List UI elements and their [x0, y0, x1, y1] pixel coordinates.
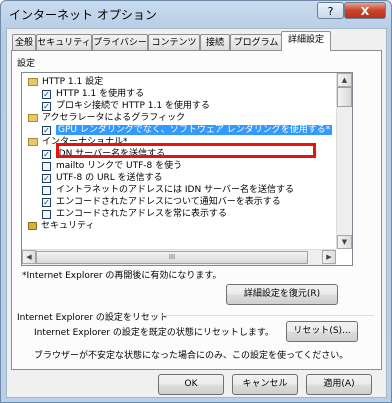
tree-item-utf8-url[interactable]: ✓ UTF-8 の URL を送信する: [42, 172, 163, 184]
tab-privacy[interactable]: プライバシー: [92, 34, 148, 50]
horizontal-scroll-thumb[interactable]: III: [36, 251, 308, 264]
tree-folder-label: アクセラレータによるグラフィック: [42, 113, 186, 123]
tree-folder-label: HTTP 1.1 設定: [42, 77, 104, 87]
tree-item-mailto-utf8[interactable]: mailto リンクで UTF-8 を使う: [42, 160, 182, 172]
vertical-scrollbar[interactable]: ▲ ▼: [336, 73, 352, 249]
checkbox-mailto-utf8[interactable]: [42, 162, 51, 171]
horizontal-scrollbar[interactable]: ◀ III ▶: [22, 249, 336, 265]
tab-connections[interactable]: 接続: [200, 34, 230, 50]
tab-programs[interactable]: プログラム: [230, 34, 282, 50]
tree-item-label: mailto リンクで UTF-8 を使う: [56, 161, 183, 171]
tree-item-label-selected: GPU レンダリングでなく、ソフトウェア レンダリングを使用する*: [56, 125, 333, 135]
reset-note: ブラウザーが不安定な状態になった場合にのみ、この設定を使ってください。: [34, 351, 349, 361]
tree-item-label: UTF-8 の URL を送信する: [56, 173, 163, 183]
scroll-up-button[interactable]: ▲: [337, 73, 352, 87]
reset-section-title: Internet Explorer の設定をリセット: [17, 313, 168, 323]
tree-item-proxy-http11[interactable]: ✓ プロキシ接続で HTTP 1.1 を使用する: [42, 100, 210, 112]
tab-advanced[interactable]: 詳細設定: [281, 31, 331, 51]
tree-item-software-rendering[interactable]: ✓ GPU レンダリングでなく、ソフトウェア レンダリングを使用する*: [42, 124, 333, 136]
restart-note: *Internet Explorer の再開後に有効になります。: [22, 271, 222, 281]
checkbox-always-show-encoded[interactable]: [42, 210, 51, 219]
tree-item-label: HTTP 1.1 を使用する: [56, 89, 145, 99]
checkbox-notification-bar[interactable]: ✓: [42, 198, 51, 207]
settings-group-label: 設定: [17, 59, 36, 69]
scroll-down-button[interactable]: ▼: [337, 235, 352, 249]
settings-tree: HTTP 1.1 設定 ✓ HTTP 1.1 を使用する ✓ プロキシ接続で HTT…: [21, 72, 353, 266]
window-title: インターネット オプション: [9, 8, 157, 22]
tree-item-label: イントラネットのアドレスには IDN サーバー名を送信する: [56, 185, 294, 195]
tree-folder-label: セキュリティ: [41, 221, 95, 231]
cancel-button[interactable]: キャンセル: [232, 374, 298, 395]
scroll-left-button[interactable]: ◀: [22, 250, 36, 264]
tree-item-label: エンコードされたアドレスについて通知バーを表示する: [56, 197, 281, 207]
tree-folder-security: セキュリティ: [28, 220, 94, 232]
help-button[interactable]: ?: [317, 2, 344, 19]
checkbox-http11[interactable]: ✓: [42, 90, 51, 99]
tab-general[interactable]: 全般: [12, 34, 36, 50]
tree-item-http11[interactable]: ✓ HTTP 1.1 を使用する: [42, 88, 144, 100]
tree-item-always-show-encoded[interactable]: エンコードされたアドレスを常に表示する: [42, 208, 227, 220]
vertical-scroll-thumb[interactable]: [337, 87, 352, 107]
folder-icon: [28, 77, 38, 86]
tree-item-label: プロキシ接続で HTTP 1.1 を使用する: [56, 101, 210, 111]
checkbox-proxy-http11[interactable]: ✓: [42, 102, 51, 111]
restore-advanced-settings-button[interactable]: 詳細設定を復元(R): [226, 284, 338, 305]
close-button[interactable]: X: [344, 2, 386, 19]
tree-folder-accelerated-graphics: アクセラレータによるグラフィック: [28, 112, 185, 124]
dialog-body: 全般 セキュリティ プライバシー コンテンツ 接続 プログラム 詳細設定 設定 …: [6, 28, 387, 398]
reset-description: Internet Explorer の設定を既定の状態にリセットします。: [34, 328, 275, 338]
internet-options-window: インターネット オプション ? X 全般 セキュリティ プライバシー コンテンツ…: [0, 0, 392, 403]
ok-button[interactable]: OK: [158, 374, 224, 395]
checkbox-utf8-url[interactable]: ✓: [42, 174, 51, 183]
checkbox-software-rendering[interactable]: ✓: [42, 126, 51, 135]
tree-item-label: エンコードされたアドレスを常に表示する: [56, 209, 228, 219]
tree-folder-http11: HTTP 1.1 設定: [28, 76, 103, 88]
apply-button[interactable]: 適用(A): [306, 374, 372, 395]
checkbox-idn-send[interactable]: ✓: [42, 150, 51, 159]
tree-item-intranet-idn[interactable]: イントラネットのアドレスには IDN サーバー名を送信する: [42, 184, 294, 196]
advanced-tab-panel: 設定 HTTP 1.1 設定 ✓ HTTP 1.1 を使用する ✓ プロキシ接続で …: [11, 50, 382, 370]
lock-icon: [28, 221, 37, 230]
checkbox-intranet-idn[interactable]: [42, 186, 51, 195]
tab-content[interactable]: コンテンツ: [148, 34, 200, 50]
highlight-annotation: [56, 143, 316, 158]
reset-button[interactable]: リセット(S)...: [286, 321, 358, 342]
tab-security[interactable]: セキュリティ: [36, 34, 92, 50]
tree-item-notification-bar[interactable]: ✓ エンコードされたアドレスについて通知バーを表示する: [42, 196, 281, 208]
folder-icon: [28, 113, 38, 122]
section-divider: [162, 315, 374, 316]
scroll-right-button[interactable]: ▶: [322, 250, 336, 264]
folder-icon: [28, 137, 38, 146]
title-bar[interactable]: インターネット オプション ? X: [1, 1, 391, 27]
